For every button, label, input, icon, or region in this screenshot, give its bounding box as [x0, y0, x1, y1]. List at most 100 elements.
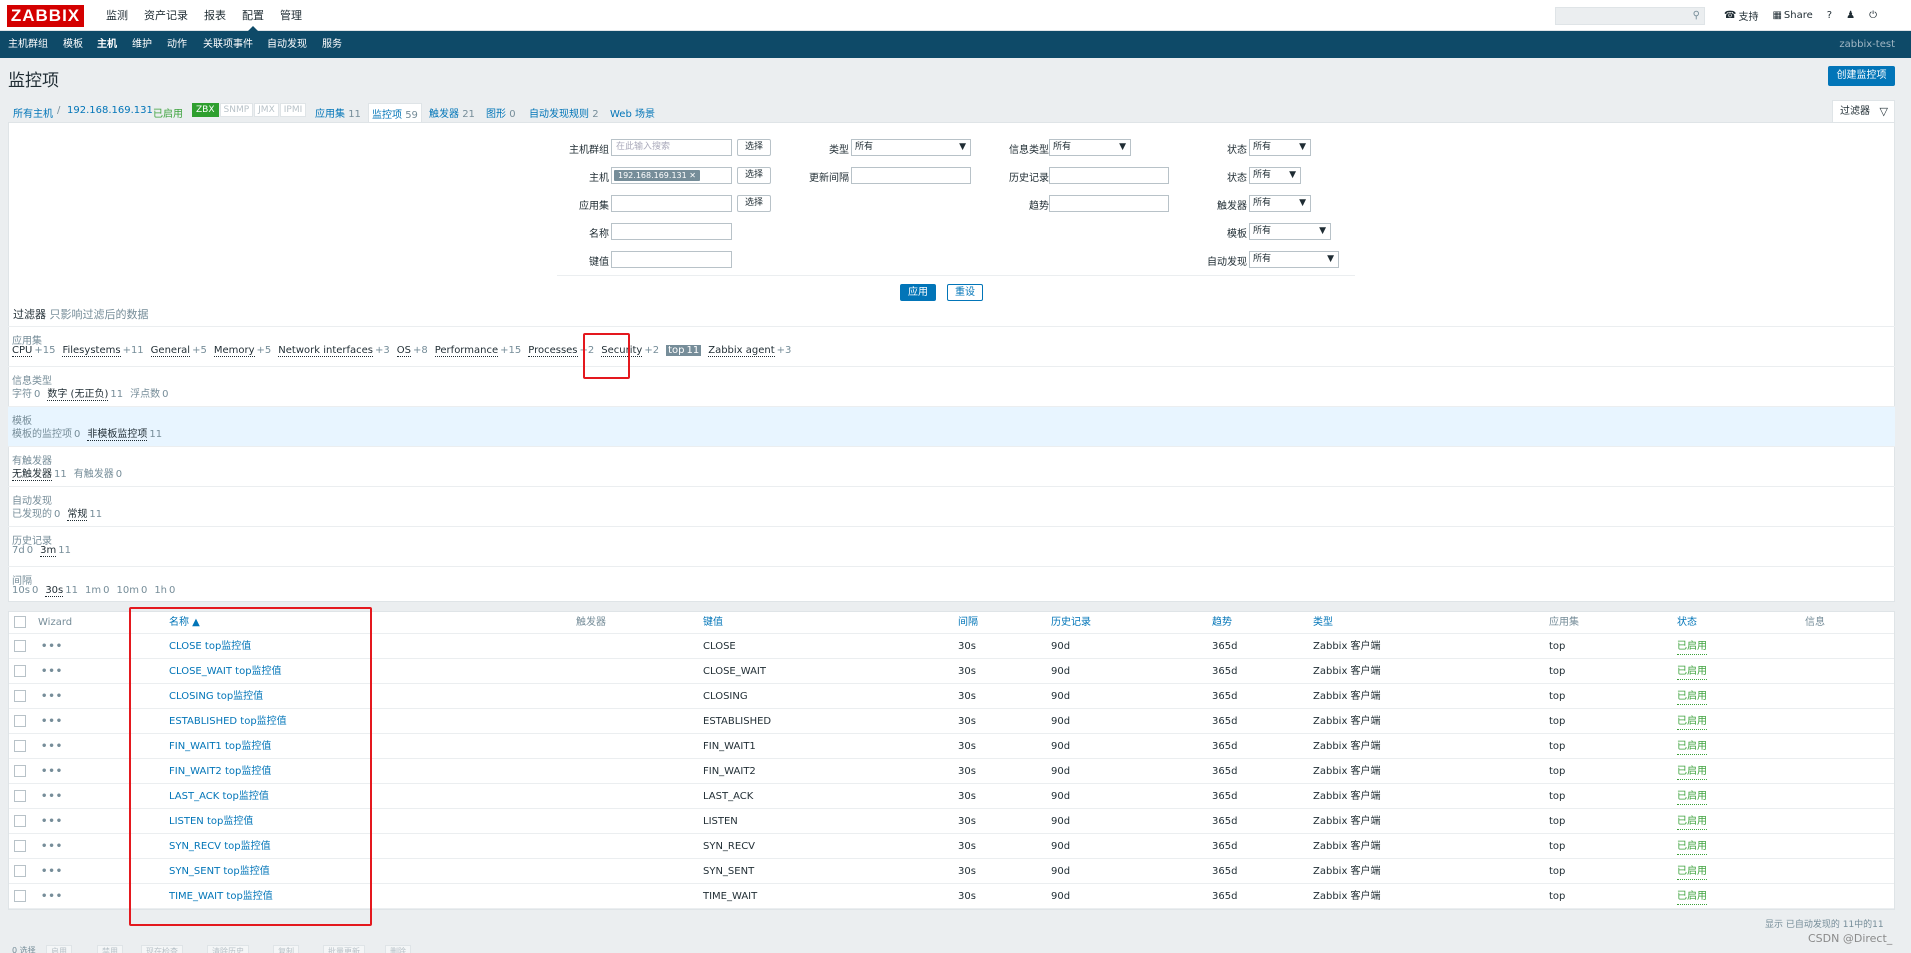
zabbix-logo[interactable]: ZABBIX: [7, 5, 84, 27]
wizard-menu-icon[interactable]: •••: [41, 734, 63, 759]
subfilter-value-label[interactable]: CPU: [12, 345, 33, 357]
key-header[interactable]: 键值: [703, 612, 723, 633]
wizard-menu-icon[interactable]: •••: [41, 659, 63, 684]
graphs-label[interactable]: 图形: [486, 109, 506, 120]
host-groups-input[interactable]: 在此输入搜索: [611, 139, 732, 156]
support-link[interactable]: ☎ 支持: [1724, 8, 1758, 23]
status-header[interactable]: 状态: [1677, 612, 1697, 633]
subfilter-value[interactable]: Filesystems +11: [62, 345, 144, 357]
subfilter-value-label[interactable]: Zabbix agent: [708, 345, 775, 357]
item-status-label[interactable]: 已启用: [1677, 790, 1707, 805]
item-name-link[interactable]: SYN_RECV top监控值: [169, 834, 271, 859]
info-type-select[interactable]: 所有 ▼: [1049, 139, 1131, 156]
global-search-input[interactable]: ⚲: [1555, 7, 1705, 25]
wizard-menu-icon[interactable]: •••: [41, 709, 63, 734]
mass-check-now-button[interactable]: 现在检查: [141, 945, 183, 953]
applications-label[interactable]: 应用集: [315, 109, 345, 120]
type-header[interactable]: 类型: [1313, 612, 1333, 633]
item-name-link[interactable]: CLOSING top监控值: [169, 684, 263, 709]
item-name-link[interactable]: CLOSE top监控值: [169, 634, 251, 659]
create-item-button[interactable]: 创建监控项: [1828, 66, 1895, 86]
subfilter-value[interactable]: General +5: [150, 345, 207, 357]
row-checkbox[interactable]: [14, 840, 26, 852]
row-checkbox[interactable]: [14, 640, 26, 652]
wizard-menu-icon[interactable]: •••: [41, 859, 63, 884]
subfilter-value-label[interactable]: Processes: [528, 345, 578, 357]
filter-tab[interactable]: 过滤器 ▽: [1832, 100, 1895, 123]
item-status-toggle[interactable]: 已启用: [1677, 659, 1707, 684]
type-select[interactable]: 所有 ▼: [851, 139, 971, 156]
subfilter-value-label[interactable]: Security: [601, 345, 643, 357]
subnav-event-correlation[interactable]: 关联项事件: [203, 31, 253, 58]
select-all-checkbox[interactable]: [14, 616, 26, 628]
item-status-label[interactable]: 已启用: [1677, 690, 1707, 705]
status-select[interactable]: 所有 ▼: [1249, 167, 1301, 184]
item-name-link[interactable]: LISTEN top监控值: [169, 809, 253, 834]
item-status-label[interactable]: 已启用: [1677, 715, 1707, 730]
subnav-maintenance[interactable]: 维护: [132, 31, 152, 58]
web-scenarios-link[interactable]: Web 场景: [610, 105, 655, 120]
subfilter-value[interactable]: 非模板监控项 11: [87, 425, 162, 441]
applications-link[interactable]: 应用集 11: [315, 105, 361, 120]
subfilter-value[interactable]: Zabbix agent +3: [708, 345, 791, 357]
row-checkbox[interactable]: [14, 765, 26, 777]
row-checkbox[interactable]: [14, 815, 26, 827]
subnav-services[interactable]: 服务: [322, 31, 342, 58]
subfilter-value[interactable]: Security +2: [601, 345, 659, 357]
item-status-toggle[interactable]: 已启用: [1677, 709, 1707, 734]
graphs-link[interactable]: 图形 0: [486, 105, 516, 120]
subfilter-value-label[interactable]: General: [150, 345, 191, 357]
host-link[interactable]: 192.168.169.131: [67, 105, 153, 116]
interval-header[interactable]: 间隔: [958, 612, 978, 633]
row-checkbox[interactable]: [14, 715, 26, 727]
subfilter-value[interactable]: top 11: [666, 345, 702, 356]
mass-clear-history-button[interactable]: 清除历史: [207, 945, 249, 953]
items-link[interactable]: 监控项 59: [368, 103, 422, 124]
subfilter-value-label[interactable]: 常规: [67, 509, 88, 521]
host-chip[interactable]: 192.168.169.131 ✕: [614, 170, 700, 181]
history-input[interactable]: [1049, 167, 1169, 184]
subfilter-value-label[interactable]: 30s: [45, 585, 64, 597]
subfilter-value-label[interactable]: 3m: [40, 545, 57, 557]
subfilter-value-label[interactable]: Memory: [213, 345, 255, 357]
mass-delete-button[interactable]: 删除: [385, 945, 411, 953]
subfilter-value[interactable]: Network interfaces +3: [278, 345, 390, 357]
subfilter-value-label[interactable]: top: [668, 345, 684, 356]
discovery-rules-label[interactable]: 自动发现规则: [529, 109, 589, 120]
row-checkbox[interactable]: [14, 790, 26, 802]
wizard-menu-icon[interactable]: •••: [41, 809, 63, 834]
subfilter-value[interactable]: 3m 11: [40, 545, 71, 557]
item-status-label[interactable]: 已启用: [1677, 765, 1707, 780]
row-checkbox[interactable]: [14, 865, 26, 877]
subfilter-value[interactable]: Memory +5: [213, 345, 271, 357]
subfilter-value[interactable]: 常规 11: [67, 505, 102, 521]
application-input[interactable]: [611, 195, 732, 212]
item-status-label[interactable]: 已启用: [1677, 840, 1707, 855]
triggers-label[interactable]: 触发器: [429, 109, 459, 120]
subnav-discovery[interactable]: 自动发现: [267, 31, 307, 58]
item-name-link[interactable]: FIN_WAIT1 top监控值: [169, 734, 271, 759]
item-status-toggle[interactable]: 已启用: [1677, 684, 1707, 709]
subfilter-value-label[interactable]: Performance: [434, 345, 499, 357]
subfilter-value[interactable]: OS +8: [396, 345, 428, 357]
subfilter-value[interactable]: 30s 11: [45, 585, 78, 597]
subnav-templates[interactable]: 模板: [63, 31, 83, 58]
menu-reports[interactable]: 报表: [196, 0, 234, 31]
application-select-button[interactable]: 选择: [737, 195, 771, 212]
item-status-label[interactable]: 已启用: [1677, 865, 1707, 880]
wizard-menu-icon[interactable]: •••: [41, 759, 63, 784]
reset-filter-button[interactable]: 重设: [947, 284, 983, 301]
item-status-label[interactable]: 已启用: [1677, 665, 1707, 680]
subfilter-value[interactable]: Processes +2: [528, 345, 594, 357]
item-status-toggle[interactable]: 已启用: [1677, 734, 1707, 759]
item-status-label[interactable]: 已启用: [1677, 890, 1707, 905]
mass-copy-button[interactable]: 复制: [273, 945, 299, 953]
trends-input[interactable]: [1049, 195, 1169, 212]
mass-disable-button[interactable]: 禁用: [97, 945, 123, 953]
all-hosts-link[interactable]: 所有主机: [13, 105, 53, 120]
name-input[interactable]: [611, 223, 732, 240]
wizard-menu-icon[interactable]: •••: [41, 634, 63, 659]
sign-out-button[interactable]: ⏻: [1869, 10, 1877, 21]
wizard-menu-icon[interactable]: •••: [41, 834, 63, 859]
item-status-toggle[interactable]: 已启用: [1677, 759, 1707, 784]
